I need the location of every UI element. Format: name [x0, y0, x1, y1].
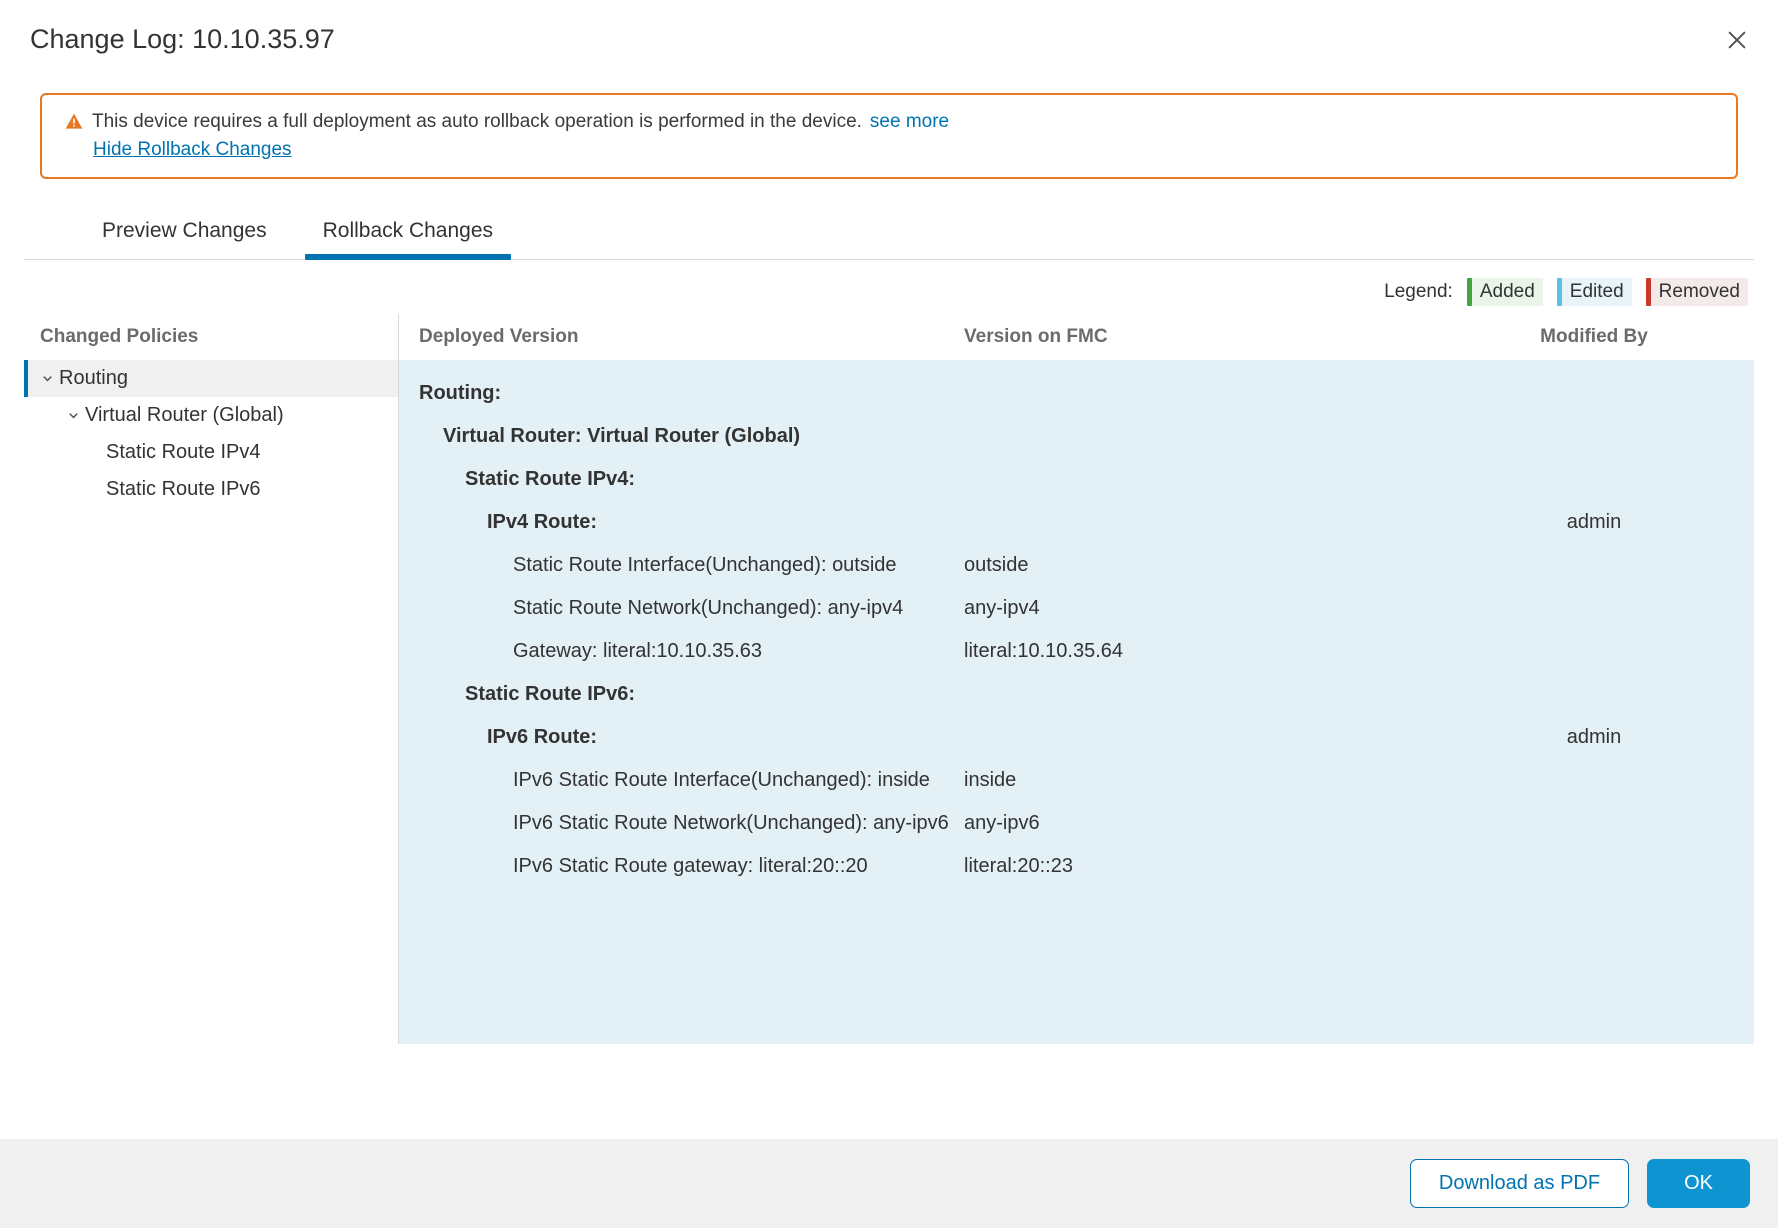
sidebar-item-label: Virtual Router (Global)	[85, 404, 284, 427]
diff-deployed-value: Static Route Interface(Unchanged): outsi…	[419, 550, 964, 581]
diff-heading-ipv6-route: IPv6 Route:	[419, 722, 964, 753]
diff-fmc-value: literal:10.10.35.64	[964, 636, 1464, 667]
sidebar-item-static-route-ipv6[interactable]: Static Route IPv6	[24, 471, 398, 508]
diff-row: IPv6 Static Route gateway: literal:20::2…	[399, 845, 1754, 888]
content: Changed Policies Routing Virtual Router …	[24, 314, 1754, 1044]
diff-heading-virtual-router: Virtual Router: Virtual Router (Global)	[419, 421, 964, 452]
tabs: Preview Changes Rollback Changes	[24, 205, 1754, 260]
diff-row: Static Route Network(Unchanged): any-ipv…	[399, 587, 1754, 630]
diff-heading-routing: Routing:	[419, 378, 964, 409]
tab-rollback-changes[interactable]: Rollback Changes	[319, 205, 497, 259]
warning-icon	[64, 112, 84, 132]
alert-text: This device requires a full deployment a…	[92, 111, 862, 133]
diff-fmc-value: any-ipv4	[964, 593, 1464, 624]
diff-deployed-value: IPv6 Static Route gateway: literal:20::2…	[419, 851, 964, 882]
diff-deployed-value: Static Route Network(Unchanged): any-ipv…	[419, 593, 964, 624]
see-more-link[interactable]: see more	[870, 111, 949, 133]
sidebar-item-label: Static Route IPv4	[106, 441, 261, 464]
diff-row: Gateway: literal:10.10.35.63 literal:10.…	[399, 630, 1754, 673]
sidebar-heading: Changed Policies	[24, 314, 398, 360]
diff-panel: Deployed Version Version on FMC Modified…	[399, 314, 1754, 1044]
column-headers: Deployed Version Version on FMC Modified…	[399, 314, 1754, 360]
dialog-footer: Download as PDF OK	[0, 1139, 1778, 1228]
column-modified-by: Modified By	[1464, 326, 1724, 348]
diff-fmc-value: literal:20::23	[964, 851, 1464, 882]
legend: Legend: Added Edited Removed	[0, 260, 1778, 314]
sidebar-item-static-route-ipv4[interactable]: Static Route IPv4	[24, 434, 398, 471]
hide-rollback-link[interactable]: Hide Rollback Changes	[93, 139, 1714, 161]
close-icon	[1726, 29, 1748, 51]
diff-heading-ipv4-route: IPv4 Route:	[419, 507, 964, 538]
ok-button[interactable]: OK	[1647, 1159, 1750, 1208]
legend-removed: Removed	[1646, 278, 1748, 306]
diff-fmc-value: inside	[964, 765, 1464, 796]
tab-preview-changes[interactable]: Preview Changes	[98, 205, 271, 259]
sidebar: Changed Policies Routing Virtual Router …	[24, 314, 399, 1044]
diff-deployed-value: IPv6 Static Route Network(Unchanged): an…	[419, 808, 964, 839]
legend-edited: Edited	[1557, 278, 1632, 306]
chevron-down-icon	[40, 371, 55, 386]
sidebar-item-routing[interactable]: Routing	[24, 360, 398, 397]
diff-deployed-value: IPv6 Static Route Interface(Unchanged): …	[419, 765, 964, 796]
diff-modified-by: admin	[1464, 722, 1724, 753]
diff-modified-by: admin	[1464, 507, 1724, 538]
alert-banner: This device requires a full deployment a…	[40, 93, 1738, 179]
column-version-on-fmc: Version on FMC	[964, 326, 1464, 348]
legend-added: Added	[1467, 278, 1543, 306]
diff-heading-ipv6-section: Static Route IPv6:	[419, 679, 964, 710]
diff-fmc-value: outside	[964, 550, 1464, 581]
diff-row: Static Route Interface(Unchanged): outsi…	[399, 544, 1754, 587]
diff-heading-ipv4-section: Static Route IPv4:	[419, 464, 964, 495]
diff-fmc-value: any-ipv6	[964, 808, 1464, 839]
sidebar-item-virtual-router[interactable]: Virtual Router (Global)	[24, 397, 398, 434]
chevron-down-icon	[66, 408, 81, 423]
legend-label: Legend:	[1384, 281, 1453, 303]
diff-row: IPv6 Static Route Interface(Unchanged): …	[399, 759, 1754, 802]
diff-deployed-value: Gateway: literal:10.10.35.63	[419, 636, 964, 667]
download-pdf-button[interactable]: Download as PDF	[1410, 1159, 1629, 1208]
sidebar-item-label: Static Route IPv6	[106, 478, 261, 501]
diff-row: IPv6 Static Route Network(Unchanged): an…	[399, 802, 1754, 845]
close-button[interactable]	[1726, 29, 1748, 51]
column-deployed-version: Deployed Version	[419, 326, 964, 348]
dialog-title: Change Log: 10.10.35.97	[30, 24, 335, 55]
diff-body[interactable]: Routing: Virtual Router: Virtual Router …	[399, 360, 1754, 1044]
dialog-header: Change Log: 10.10.35.97	[0, 0, 1778, 93]
sidebar-item-label: Routing	[59, 367, 128, 390]
